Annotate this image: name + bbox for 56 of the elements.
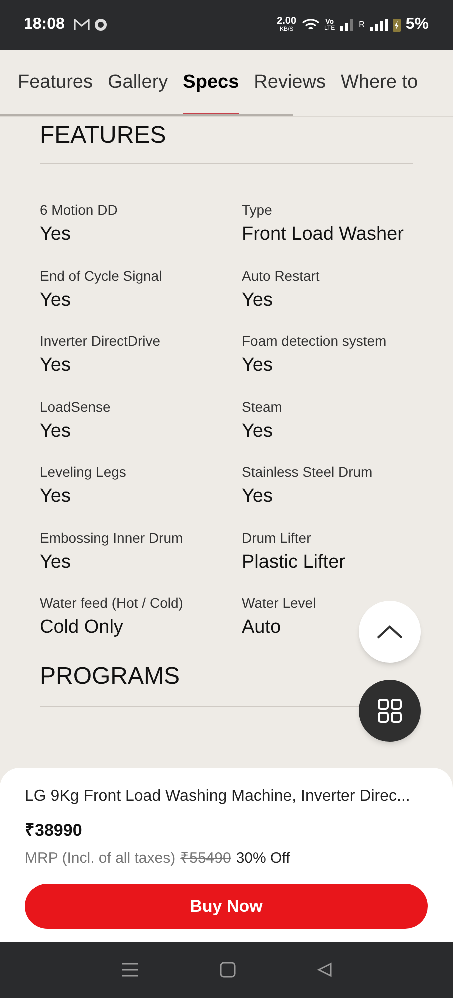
spec-label: Foam detection system xyxy=(242,332,387,350)
battery-percent: 5% xyxy=(406,15,429,35)
signal-icon xyxy=(340,19,354,31)
spec-label: Inverter DirectDrive xyxy=(40,332,161,350)
tab[interactable]: Gallery xyxy=(108,50,168,116)
spec-value: Yes xyxy=(242,354,273,378)
tab[interactable]: Features xyxy=(18,50,93,116)
menu-grid-button[interactable] xyxy=(359,680,421,742)
spec-value: Yes xyxy=(40,485,71,509)
spec-value: Yes xyxy=(242,288,273,312)
chat-icon xyxy=(94,18,108,32)
section-heading: FEATURES xyxy=(40,121,168,151)
signal-icon xyxy=(370,19,388,31)
spec-label: Water Level xyxy=(242,594,316,612)
buy-now-button[interactable]: Buy Now xyxy=(25,884,428,929)
network-speed: 2.00 xyxy=(277,17,297,27)
wifi-icon xyxy=(302,18,320,32)
spec-label: Embossing Inner Drum xyxy=(40,528,184,546)
spec-label: Leveling Legs xyxy=(40,463,126,481)
grid-icon xyxy=(378,699,402,723)
mail-icon xyxy=(74,19,90,31)
product-price: ₹38990 xyxy=(25,820,84,842)
tab[interactable]: Reviews xyxy=(254,50,326,116)
spec-label: Drum Lifter xyxy=(242,528,312,546)
battery-charging-icon xyxy=(392,18,401,32)
clock: 18:08 xyxy=(24,15,65,35)
spec-label: Type xyxy=(242,201,272,219)
spec-value: Yes xyxy=(40,223,71,247)
spec-value: Yes xyxy=(40,550,71,574)
spec-label: Steam xyxy=(242,398,282,416)
back-icon[interactable] xyxy=(316,962,332,978)
chevron-up-icon xyxy=(377,625,403,639)
spec-label: Auto Restart xyxy=(242,266,320,284)
spec-value: Front Load Washer xyxy=(242,223,404,247)
home-icon[interactable] xyxy=(220,962,236,978)
discount-label: 30% Off xyxy=(236,848,290,868)
spec-value: Yes xyxy=(242,485,273,509)
spec-label: Water feed (Hot / Cold) xyxy=(40,594,184,612)
original-price: ₹55490 xyxy=(180,848,232,868)
spec-value: Plastic Lifter xyxy=(242,550,346,574)
section-heading: PROGRAMS xyxy=(40,662,182,692)
spec-value: Yes xyxy=(242,420,273,444)
mrp-label: MRP (Incl. of all taxes) xyxy=(25,848,176,868)
spec-value: Yes xyxy=(40,354,71,378)
spec-label: 6 Motion DD xyxy=(40,201,118,219)
spec-value: Yes xyxy=(40,420,71,444)
spec-value: Yes xyxy=(40,288,71,312)
product-title: LG 9Kg Front Load Washing Machine, Inverter Direc... xyxy=(25,787,412,807)
spec-label: Stainless Steel Drum xyxy=(242,463,373,481)
spec-label: LoadSense xyxy=(40,398,111,416)
spec-value: Auto xyxy=(242,616,282,640)
menu-icon[interactable] xyxy=(120,962,138,978)
tab[interactable]: Where to xyxy=(340,50,418,116)
spec-label: End of Cycle Signal xyxy=(40,266,162,284)
roaming-label: R xyxy=(359,19,365,31)
spec-value: Cold Only xyxy=(40,616,124,640)
